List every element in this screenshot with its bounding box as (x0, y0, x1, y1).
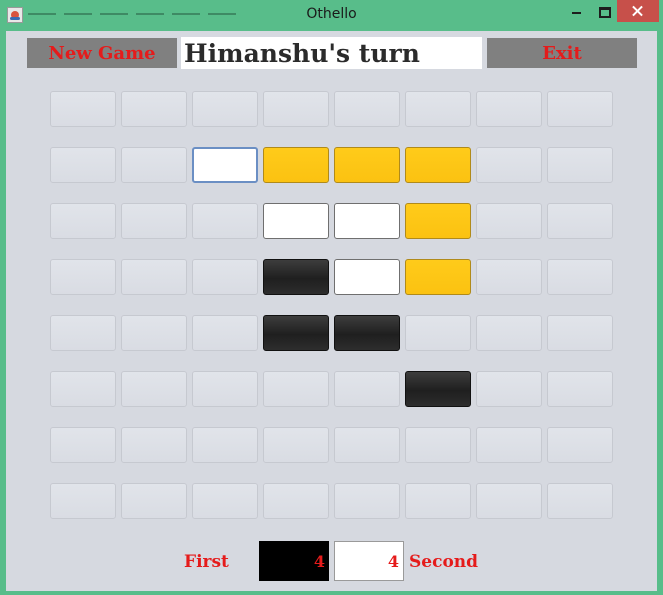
board-cell-5-7[interactable] (547, 371, 613, 407)
board-cell-0-4[interactable] (334, 91, 400, 127)
board-cell-2-1[interactable] (121, 203, 187, 239)
board-cell-6-7[interactable] (547, 427, 613, 463)
board-cell-0-0[interactable] (50, 91, 116, 127)
menu-ghost-strip (28, 0, 288, 15)
board-cell-0-2[interactable] (192, 91, 258, 127)
board-cell-0-3[interactable] (263, 91, 329, 127)
board-cell-1-2[interactable] (192, 147, 258, 183)
first-player-label: First (184, 552, 229, 572)
board-cell-2-6[interactable] (476, 203, 542, 239)
board-cell-0-6[interactable] (476, 91, 542, 127)
board-cell-2-7[interactable] (547, 203, 613, 239)
board-cell-0-5[interactable] (405, 91, 471, 127)
board-cell-1-0[interactable] (50, 147, 116, 183)
board-cell-5-1[interactable] (121, 371, 187, 407)
board-cell-2-0[interactable] (50, 203, 116, 239)
board-cell-2-2[interactable] (192, 203, 258, 239)
board-cell-5-3[interactable] (263, 371, 329, 407)
board-cell-7-4[interactable] (334, 483, 400, 519)
board-cell-6-3[interactable] (263, 427, 329, 463)
board-cell-6-4[interactable] (334, 427, 400, 463)
maximize-icon[interactable] (592, 0, 616, 22)
second-player-score: 4 (334, 541, 404, 581)
board-cell-1-3[interactable] (263, 147, 329, 183)
board-cell-1-4[interactable] (334, 147, 400, 183)
board-cell-6-2[interactable] (192, 427, 258, 463)
board-cell-2-4[interactable] (334, 203, 400, 239)
close-icon[interactable] (617, 0, 659, 22)
board-cell-1-5[interactable] (405, 147, 471, 183)
board-cell-4-1[interactable] (121, 315, 187, 351)
board-cell-7-0[interactable] (50, 483, 116, 519)
exit-button[interactable]: Exit (487, 38, 637, 68)
board-cell-3-3[interactable] (263, 259, 329, 295)
board-cell-7-6[interactable] (476, 483, 542, 519)
board-cell-5-0[interactable] (50, 371, 116, 407)
board-cell-6-6[interactable] (476, 427, 542, 463)
board-cell-4-6[interactable] (476, 315, 542, 351)
board-cell-3-2[interactable] (192, 259, 258, 295)
board-cell-4-4[interactable] (334, 315, 400, 351)
board-cell-7-7[interactable] (547, 483, 613, 519)
board-cell-7-5[interactable] (405, 483, 471, 519)
board-cell-4-2[interactable] (192, 315, 258, 351)
board-cell-3-0[interactable] (50, 259, 116, 295)
board-cell-5-4[interactable] (334, 371, 400, 407)
board-cell-4-7[interactable] (547, 315, 613, 351)
board-cell-1-1[interactable] (121, 147, 187, 183)
board-cell-7-2[interactable] (192, 483, 258, 519)
second-player-label: Second (409, 552, 479, 572)
board-cell-4-0[interactable] (50, 315, 116, 351)
board-cell-0-1[interactable] (121, 91, 187, 127)
board-cell-3-4[interactable] (334, 259, 400, 295)
board-cell-5-6[interactable] (476, 371, 542, 407)
game-panel: New Game Himanshu's turn Exit First 4 4 … (6, 31, 657, 591)
board-cell-2-5[interactable] (405, 203, 471, 239)
minimize-icon[interactable] (564, 0, 588, 22)
board-cell-6-5[interactable] (405, 427, 471, 463)
board-cell-3-1[interactable] (121, 259, 187, 295)
first-player-score: 4 (259, 541, 329, 581)
turn-status: Himanshu's turn (181, 37, 482, 69)
board-cell-3-6[interactable] (476, 259, 542, 295)
new-game-button[interactable]: New Game (27, 38, 177, 68)
board-cell-5-5[interactable] (405, 371, 471, 407)
board-cell-3-5[interactable] (405, 259, 471, 295)
board-cell-1-7[interactable] (547, 147, 613, 183)
board-cell-4-3[interactable] (263, 315, 329, 351)
board-cell-2-3[interactable] (263, 203, 329, 239)
title-bar: Othello (0, 0, 663, 31)
board-cell-4-5[interactable] (405, 315, 471, 351)
board-cell-1-6[interactable] (476, 147, 542, 183)
board-cell-6-1[interactable] (121, 427, 187, 463)
board-cell-5-2[interactable] (192, 371, 258, 407)
board-cell-3-7[interactable] (547, 259, 613, 295)
board-cell-0-7[interactable] (547, 91, 613, 127)
othello-board (50, 91, 614, 521)
board-cell-7-3[interactable] (263, 483, 329, 519)
board-cell-7-1[interactable] (121, 483, 187, 519)
board-cell-6-0[interactable] (50, 427, 116, 463)
